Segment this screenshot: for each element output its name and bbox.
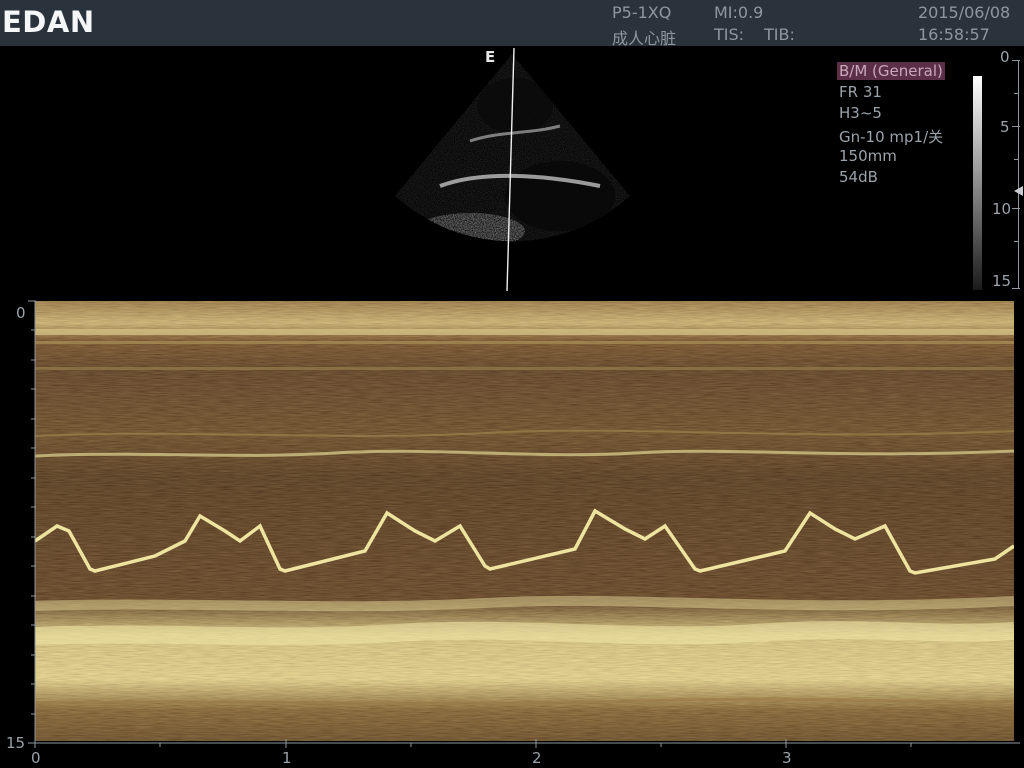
time-label-3: 3 [782,749,792,767]
orientation-marker: E [485,48,496,66]
param-gain: Gn-10 mp1/关 [839,128,944,146]
date-label: 2015/06/08 [918,3,1011,22]
depth-label-15: 15 [992,272,1012,290]
grayscale-bar [973,76,982,290]
depth-label-0: 0 [1000,48,1010,66]
param-harmonic: H3~5 [839,104,882,122]
time-label-1: 1 [282,749,292,767]
time-label-2: 2 [532,749,542,767]
probe-label: P5-1XQ [612,3,672,22]
mi-label: MI:0.9 [714,3,764,22]
brand-logo: EDAN [2,5,95,39]
param-dynamic-range: 54dB [839,168,878,186]
mmode-time-axis [34,739,1020,748]
mmode-trace [35,301,1014,741]
time-label-0: 0 [31,749,41,767]
tib-label: TIB: [764,25,795,44]
top-bar: EDAN P5-1XQ 成人心脏 MI:0.9 TIS: TIB: 2015/0… [0,0,1024,48]
time-label: 16:58:57 [918,25,990,44]
mmode-depth-axis [28,300,36,744]
param-depth: 150mm [839,147,897,165]
param-mode: B/M (General) [837,62,945,80]
param-frame-rate: FR 31 [839,83,882,101]
depth-label-10: 10 [992,200,1012,218]
focus-marker-icon[interactable] [1014,186,1023,196]
mmode-depth-label-0: 0 [16,304,26,322]
mmode-depth-label-15: 15 [6,734,26,752]
depth-label-5: 5 [1000,118,1010,136]
depth-scale-axis [1018,60,1019,288]
tis-label: TIS: [714,25,745,44]
